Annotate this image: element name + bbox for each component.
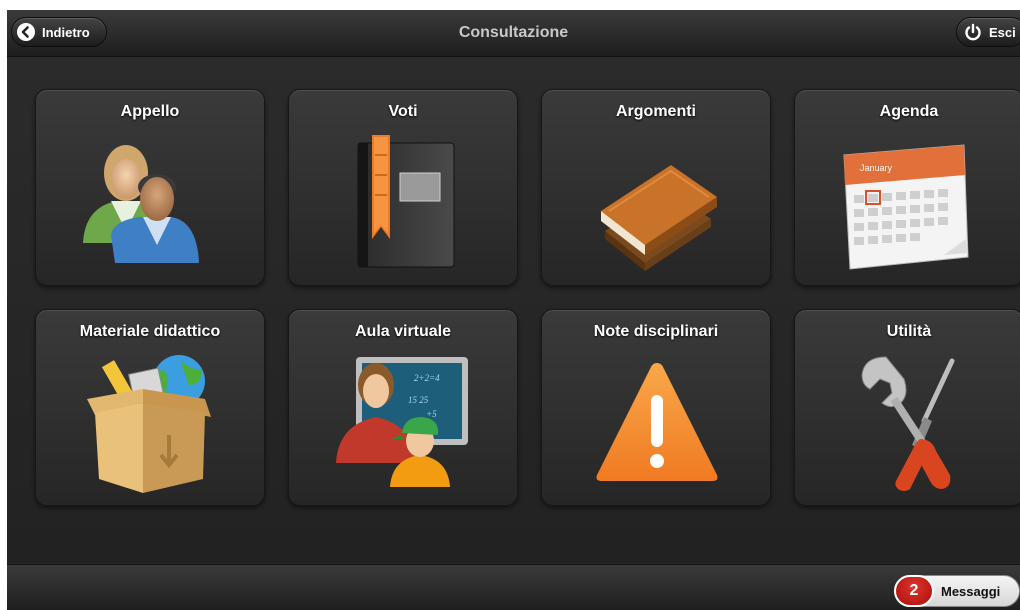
tile-label: Appello xyxy=(120,103,180,120)
messages-button[interactable]: 2 Messaggi xyxy=(894,575,1020,607)
tile-voti[interactable]: Voti xyxy=(288,89,518,286)
box-icon xyxy=(87,355,211,493)
tile-appello[interactable]: Appello xyxy=(35,89,265,286)
tile-label: Agenda xyxy=(879,103,939,120)
exit-button[interactable]: Esci xyxy=(956,17,1020,47)
svg-text:2+2=4: 2+2=4 xyxy=(414,373,440,383)
footer-bar: 2 Messaggi xyxy=(7,564,1020,610)
svg-text:15 25: 15 25 xyxy=(408,395,429,405)
tile-utilita[interactable]: Utilità xyxy=(794,309,1020,506)
tile-label: Note disciplinari xyxy=(593,323,719,340)
tile-aula-virtuale[interactable]: Aula virtuale 2+2=4 15 25 +5 xyxy=(288,309,518,506)
messages-label: Messaggi xyxy=(941,583,1001,599)
header-bar: Indietro Consultazione Esci xyxy=(7,10,1020,57)
menu-grid: Appello Voti Argomenti Agenda January Ma… xyxy=(7,57,1020,563)
power-icon xyxy=(963,22,983,42)
calendar-icon: January xyxy=(843,144,969,270)
books-icon xyxy=(601,165,717,271)
tile-agenda[interactable]: Agenda January xyxy=(794,89,1020,286)
tile-label: Argomenti xyxy=(616,103,696,120)
svg-text:+5: +5 xyxy=(426,409,437,419)
app-window: Indietro Consultazione Esci Appello Voti… xyxy=(7,10,1020,610)
warning-icon xyxy=(596,363,718,481)
page-title: Consultazione xyxy=(458,24,569,41)
tile-label: Voti xyxy=(388,103,418,120)
messages-count-badge: 2 xyxy=(894,575,934,607)
calendar-month-label: January xyxy=(860,163,893,173)
tile-note-disciplinari[interactable]: Note disciplinari xyxy=(541,309,771,506)
tools-icon xyxy=(861,356,955,491)
tile-label: Materiale didattico xyxy=(79,323,221,340)
classroom-icon: 2+2=4 15 25 +5 xyxy=(336,357,468,487)
tile-label: Aula virtuale xyxy=(354,323,452,340)
gradebook-icon xyxy=(357,135,455,268)
tile-argomenti[interactable]: Argomenti xyxy=(541,89,771,286)
exit-button-label: Esci xyxy=(989,24,1016,40)
users-icon xyxy=(83,145,199,263)
tile-label: Utilità xyxy=(886,323,932,340)
tile-materiale-didattico[interactable]: Materiale didattico xyxy=(35,309,265,506)
